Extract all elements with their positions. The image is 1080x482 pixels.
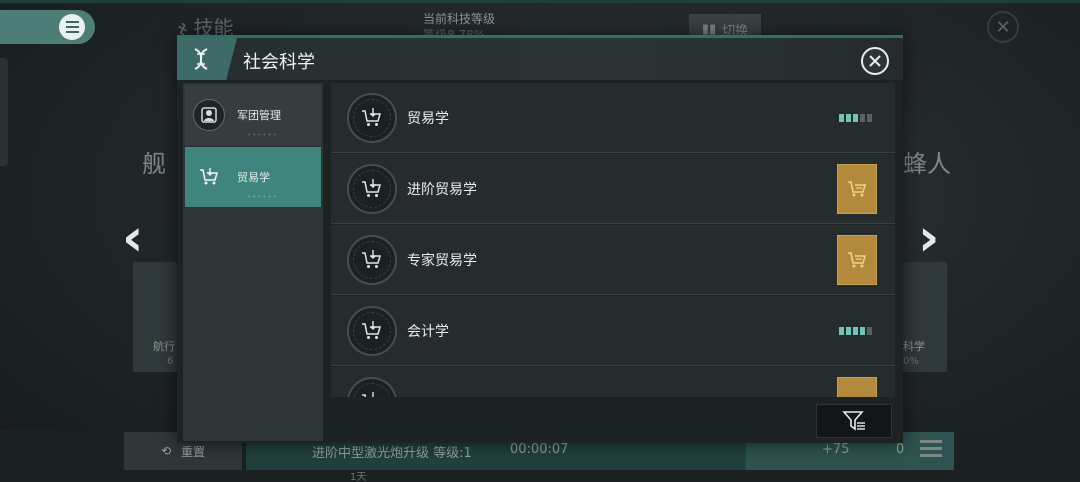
left-card-title: 航行 xyxy=(153,340,175,353)
cart-icon xyxy=(848,251,867,267)
second-count: 0 xyxy=(896,442,905,457)
background-close-icon[interactable]: ✕ xyxy=(987,11,1019,43)
profile-icon xyxy=(193,99,225,131)
cart-download-icon xyxy=(347,305,397,356)
reset-label: 重置 xyxy=(181,444,206,459)
modal-header: 社会科学 xyxy=(177,38,903,80)
skill-name: 会计学 xyxy=(407,323,449,340)
sidebar-item-legion-management[interactable]: 军团管理 •••••• xyxy=(185,85,321,145)
background-card-left[interactable]: 航行 6 xyxy=(133,262,179,372)
sidebar-item-dots: •••••• xyxy=(247,193,278,201)
filter-button[interactable] xyxy=(816,404,892,438)
reset-icon: ⟲ xyxy=(160,444,172,458)
skill-row[interactable] xyxy=(331,367,895,397)
upgrade-time: 00:00:07 xyxy=(510,442,569,457)
modal-title: 社会科学 xyxy=(243,52,315,73)
upgrade-text: 进阶中型激光炮升级 等级:1 xyxy=(312,446,472,461)
sidebar-item-trade[interactable]: 贸易学 •••••• xyxy=(185,147,321,207)
skill-row[interactable]: 专家贸易学 xyxy=(331,225,895,295)
cart-icon xyxy=(193,161,225,193)
top-accent-line xyxy=(0,0,1080,3)
skill-row[interactable]: 贸易学 xyxy=(331,83,895,153)
background-left-text: 舰 xyxy=(142,150,166,178)
bottom-menu-icon[interactable] xyxy=(920,440,942,457)
chevron-left-icon[interactable]: ‹ xyxy=(122,212,143,264)
cart-icon xyxy=(848,180,867,196)
cart-download-icon xyxy=(347,234,397,285)
skill-list: 贸易学 进阶贸易学 专家贸易学 会计学 xyxy=(331,83,895,397)
skill-name: 进阶贸易学 xyxy=(407,181,477,198)
skill-level-indicator xyxy=(839,326,872,335)
sidebar-item-dots: •••••• xyxy=(247,131,278,139)
sidebar-item-label: 贸易学 xyxy=(237,171,270,184)
skill-level-indicator xyxy=(839,113,872,122)
cart-download-icon xyxy=(347,376,397,397)
cart-download-icon xyxy=(347,163,397,214)
main-menu-button[interactable] xyxy=(0,10,95,44)
background-right-text: 蜂人 xyxy=(903,150,951,178)
buy-button[interactable] xyxy=(837,234,877,285)
menu-icon xyxy=(59,14,85,40)
right-card-title: 科学 xyxy=(903,340,925,353)
chevron-right-icon[interactable]: › xyxy=(918,212,939,264)
resource-count: +75 xyxy=(822,442,850,457)
skill-row[interactable]: 进阶贸易学 xyxy=(331,154,895,224)
filter-icon xyxy=(842,411,865,431)
buy-button[interactable] xyxy=(837,163,877,214)
right-card-value: 0% xyxy=(903,356,919,367)
left-card-value: 6 xyxy=(167,356,174,367)
left-side-tab[interactable] xyxy=(0,58,8,166)
tech-level-label: 当前科技等级 xyxy=(423,12,496,26)
buy-button[interactable] xyxy=(837,376,877,397)
upgrade-day: 1天 xyxy=(350,472,367,482)
sidebar-item-label: 军团管理 xyxy=(237,109,281,122)
dna-icon xyxy=(177,38,237,80)
category-sidebar: 军团管理 •••••• 贸易学 •••••• xyxy=(183,83,323,441)
cart-download-icon xyxy=(347,92,397,143)
skill-row[interactable]: 会计学 xyxy=(331,296,895,366)
skill-name: 贸易学 xyxy=(407,110,449,127)
skill-name: 专家贸易学 xyxy=(407,252,477,269)
close-icon[interactable] xyxy=(861,47,889,75)
social-science-modal: 社会科学 军团管理 •••••• 贸易学 •••••• 贸易学 进阶贸易学 专家… xyxy=(177,35,903,443)
background-card-right[interactable]: 科学 0% xyxy=(901,262,947,372)
